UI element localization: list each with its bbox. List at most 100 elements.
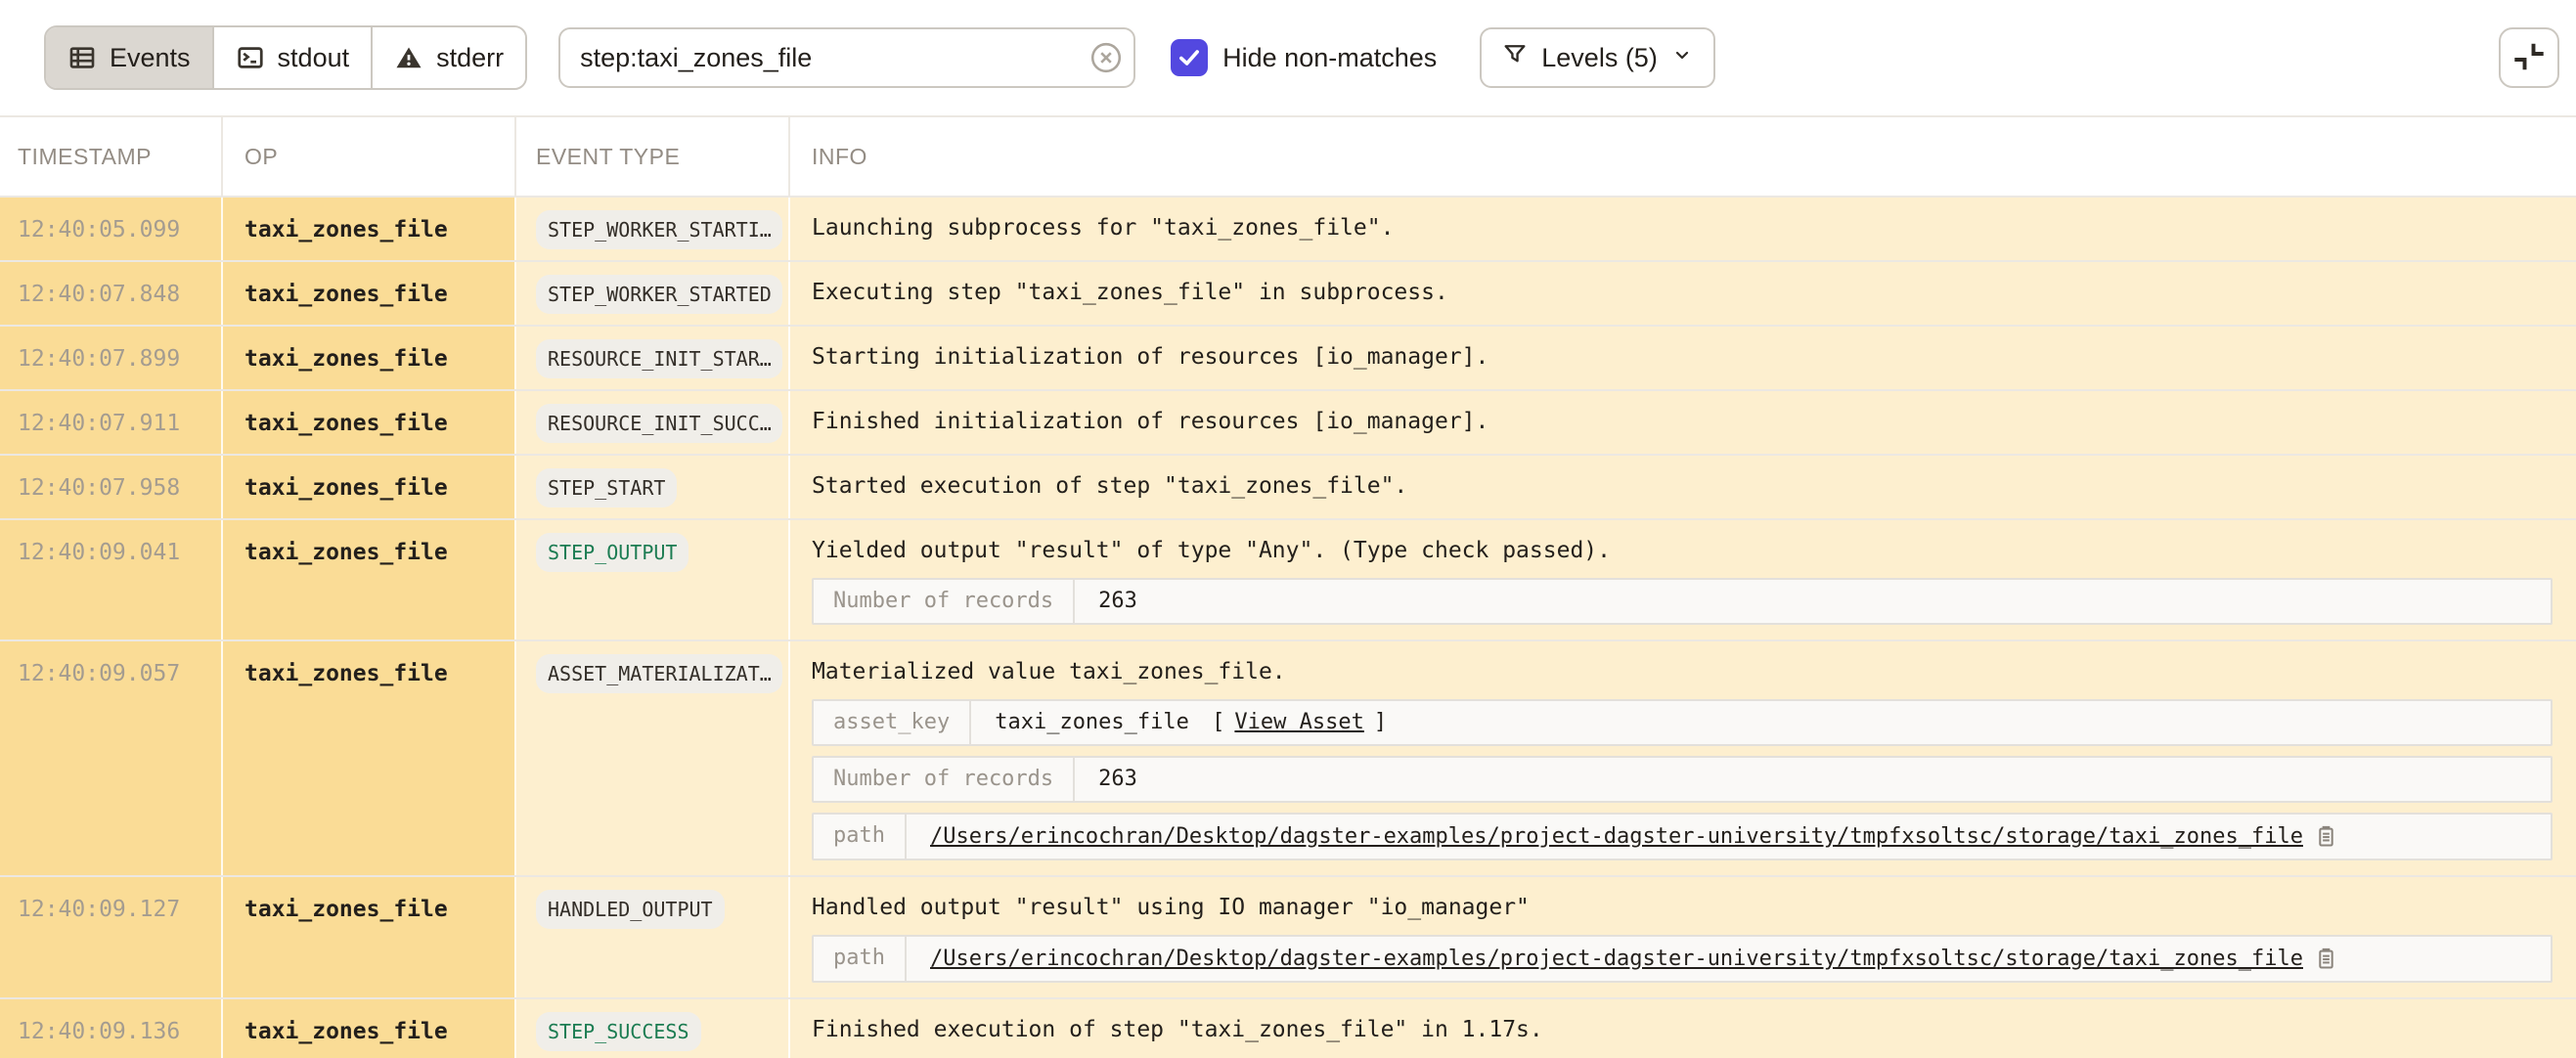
log-row[interactable]: 12:40:09.041taxi_zones_fileSTEP_OUTPUTYi…: [0, 520, 2576, 641]
event-type-tag: STEP_WORKER_STARTED: [536, 275, 782, 314]
metadata-table: Number of records263: [812, 756, 2553, 803]
log-timestamp: 12:40:09.041: [0, 520, 223, 639]
log-event-type-cell: ASSET_MATERIALIZAT…: [516, 641, 790, 875]
tab-events[interactable]: Events: [46, 27, 212, 88]
path-link[interactable]: /Users/erincochran/Desktop/dagster-examp…: [930, 824, 2303, 850]
funnel-icon: [1501, 41, 1529, 75]
collapse-panel-button[interactable]: [2499, 27, 2559, 88]
metadata-label: path: [814, 937, 907, 981]
column-header-event-type: EVENT TYPE: [516, 117, 790, 196]
log-info-text: Starting initialization of resources [io…: [812, 341, 2553, 373]
event-type-tag: STEP_WORKER_STARTI…: [536, 210, 782, 249]
run-logs-panel: Events stdout stderr: [0, 0, 2576, 1058]
log-row[interactable]: 12:40:07.848taxi_zones_file STEP_WORKER_S…: [0, 262, 2576, 327]
view-asset-link[interactable]: View Asset: [1234, 710, 1363, 735]
metadata-value: /Users/erincochran/Desktop/dagster-examp…: [907, 937, 2551, 981]
event-type-tag: STEP_START: [536, 468, 677, 507]
metadata-tables: path/Users/erincochran/Desktop/dagster-e…: [812, 935, 2553, 983]
log-op: taxi_zones_file: [223, 641, 516, 875]
log-info-cell: Starting initialization of resources [io…: [790, 327, 2576, 389]
log-rows: 12:40:05.099taxi_zones_fileSTEP_WORKER_S…: [0, 198, 2576, 1058]
log-event-type-cell: STEP_START: [516, 456, 790, 518]
log-event-type-cell: RESOURCE_INIT_SUCC…: [516, 391, 790, 454]
bracket-open: [: [1199, 710, 1225, 735]
log-info-cell: Launching subprocess for "taxi_zones_fil…: [790, 198, 2576, 260]
metadata-value: taxi_zones_file [View Asset]: [971, 701, 2551, 744]
log-event-type-cell: HANDLED_OUTPUT: [516, 877, 790, 997]
log-filter-input[interactable]: [558, 27, 1135, 88]
metadata-value: 263: [1075, 758, 2551, 801]
log-info-cell: Materialized value taxi_zones_file.asset…: [790, 641, 2576, 875]
metadata-value: /Users/erincochran/Desktop/dagster-examp…: [907, 815, 2551, 859]
copy-icon[interactable]: [2313, 946, 2339, 972]
toolbar: Events stdout stderr: [0, 0, 2576, 115]
log-timestamp: 12:40:07.848: [0, 262, 223, 325]
log-event-type-cell: STEP_OUTPUT: [516, 520, 790, 639]
tab-stdout[interactable]: stdout: [212, 27, 372, 88]
hide-non-matches-checkbox[interactable]: [1171, 39, 1208, 76]
column-header-op: OP: [223, 117, 516, 196]
log-info-text: Executing step "taxi_zones_file" in subp…: [812, 277, 2553, 308]
column-header-timestamp: TIMESTAMP: [0, 117, 223, 196]
log-info-cell: Handled output "result" using IO manager…: [790, 877, 2576, 997]
log-row[interactable]: 12:40:07.958taxi_zones_file STEP_START Sta…: [0, 456, 2576, 520]
metadata-label: Number of records: [814, 580, 1075, 623]
event-type-tag: RESOURCE_INIT_STAR…: [536, 339, 782, 378]
metadata-value-text: 263: [1098, 767, 1137, 792]
log-filter: [558, 27, 1135, 88]
log-row[interactable]: 12:40:09.057taxi_zones_fileASSET_MATERIA…: [0, 641, 2576, 877]
metadata-value-text: 263: [1098, 589, 1137, 614]
circle-x-icon[interactable]: [1088, 40, 1124, 75]
log-info-cell: Executing step "taxi_zones_file" in subp…: [790, 262, 2576, 325]
metadata-tables: asset_keytaxi_zones_file [View Asset]Num…: [812, 699, 2553, 860]
log-op: taxi_zones_file: [223, 391, 516, 454]
event-type-tag: HANDLED_OUTPUT: [536, 890, 725, 929]
tab-label: stderr: [436, 43, 504, 73]
metadata-table: asset_keytaxi_zones_file [View Asset]: [812, 699, 2553, 746]
metadata-table: path/Users/erincochran/Desktop/dagster-e…: [812, 813, 2553, 860]
path-link[interactable]: /Users/erincochran/Desktop/dagster-examp…: [930, 947, 2303, 972]
chevron-down-icon: [1670, 43, 1694, 73]
log-row[interactable]: 12:40:07.899taxi_zones_file RESOURCE_INIT…: [0, 327, 2576, 391]
log-timestamp: 12:40:07.958: [0, 456, 223, 518]
log-info-text: Handled output "result" using IO manager…: [812, 892, 2553, 923]
event-type-tag: STEP_OUTPUT: [536, 533, 688, 572]
column-header-info: INFO: [790, 117, 2576, 196]
metadata-value-text: taxi_zones_file: [995, 710, 1189, 735]
log-info-cell: Finished initialization of resources [io…: [790, 391, 2576, 454]
hide-non-matches-label: Hide non-matches: [1222, 43, 1437, 73]
hide-non-matches-toggle: Hide non-matches: [1171, 39, 1437, 76]
log-info-text: Launching subprocess for "taxi_zones_fil…: [812, 212, 2553, 243]
log-info-cell: Started execution of step "taxi_zones_fi…: [790, 456, 2576, 518]
tab-stderr[interactable]: stderr: [371, 27, 525, 88]
log-row[interactable]: 12:40:09.136taxi_zones_fileSTEP_SUCCESSF…: [0, 999, 2576, 1058]
log-op: taxi_zones_file: [223, 262, 516, 325]
metadata-label: path: [814, 815, 907, 859]
log-timestamp: 12:40:07.899: [0, 327, 223, 389]
event-type-tag: RESOURCE_INIT_SUCC…: [536, 404, 782, 443]
log-row[interactable]: 12:40:05.099taxi_zones_fileSTEP_WORKER_S…: [0, 198, 2576, 262]
log-event-type-cell: STEP_WORKER_STARTED: [516, 262, 790, 325]
log-op: taxi_zones_file: [223, 520, 516, 639]
event-type-tag: ASSET_MATERIALIZAT…: [536, 654, 782, 693]
event-type-tag: STEP_SUCCESS: [536, 1012, 701, 1051]
metadata-table: Number of records 263: [812, 578, 2553, 625]
log-op: taxi_zones_file: [223, 999, 516, 1058]
warning-icon: [394, 43, 423, 72]
copy-icon[interactable]: [2313, 823, 2339, 850]
log-event-type-cell: RESOURCE_INIT_STAR…: [516, 327, 790, 389]
log-event-type-cell: STEP_SUCCESS: [516, 999, 790, 1058]
log-row[interactable]: 12:40:09.127taxi_zones_fileHANDLED_OUTPU…: [0, 877, 2576, 999]
log-row[interactable]: 12:40:07.911taxi_zones_fileRESOURCE_INIT…: [0, 391, 2576, 456]
metadata-table: path/Users/erincochran/Desktop/dagster-e…: [812, 935, 2553, 983]
tab-label: stdout: [278, 43, 350, 73]
levels-dropdown[interactable]: Levels (5): [1480, 27, 1715, 88]
metadata-tables: Number of records 263: [812, 578, 2553, 625]
log-timestamp: 12:40:09.136: [0, 999, 223, 1058]
table-icon: [67, 43, 97, 72]
log-event-type-cell: STEP_WORKER_STARTI…: [516, 198, 790, 260]
log-op: taxi_zones_file: [223, 198, 516, 260]
log-op: taxi_zones_file: [223, 327, 516, 389]
collapse-icon: [2511, 39, 2547, 77]
log-op: taxi_zones_file: [223, 456, 516, 518]
